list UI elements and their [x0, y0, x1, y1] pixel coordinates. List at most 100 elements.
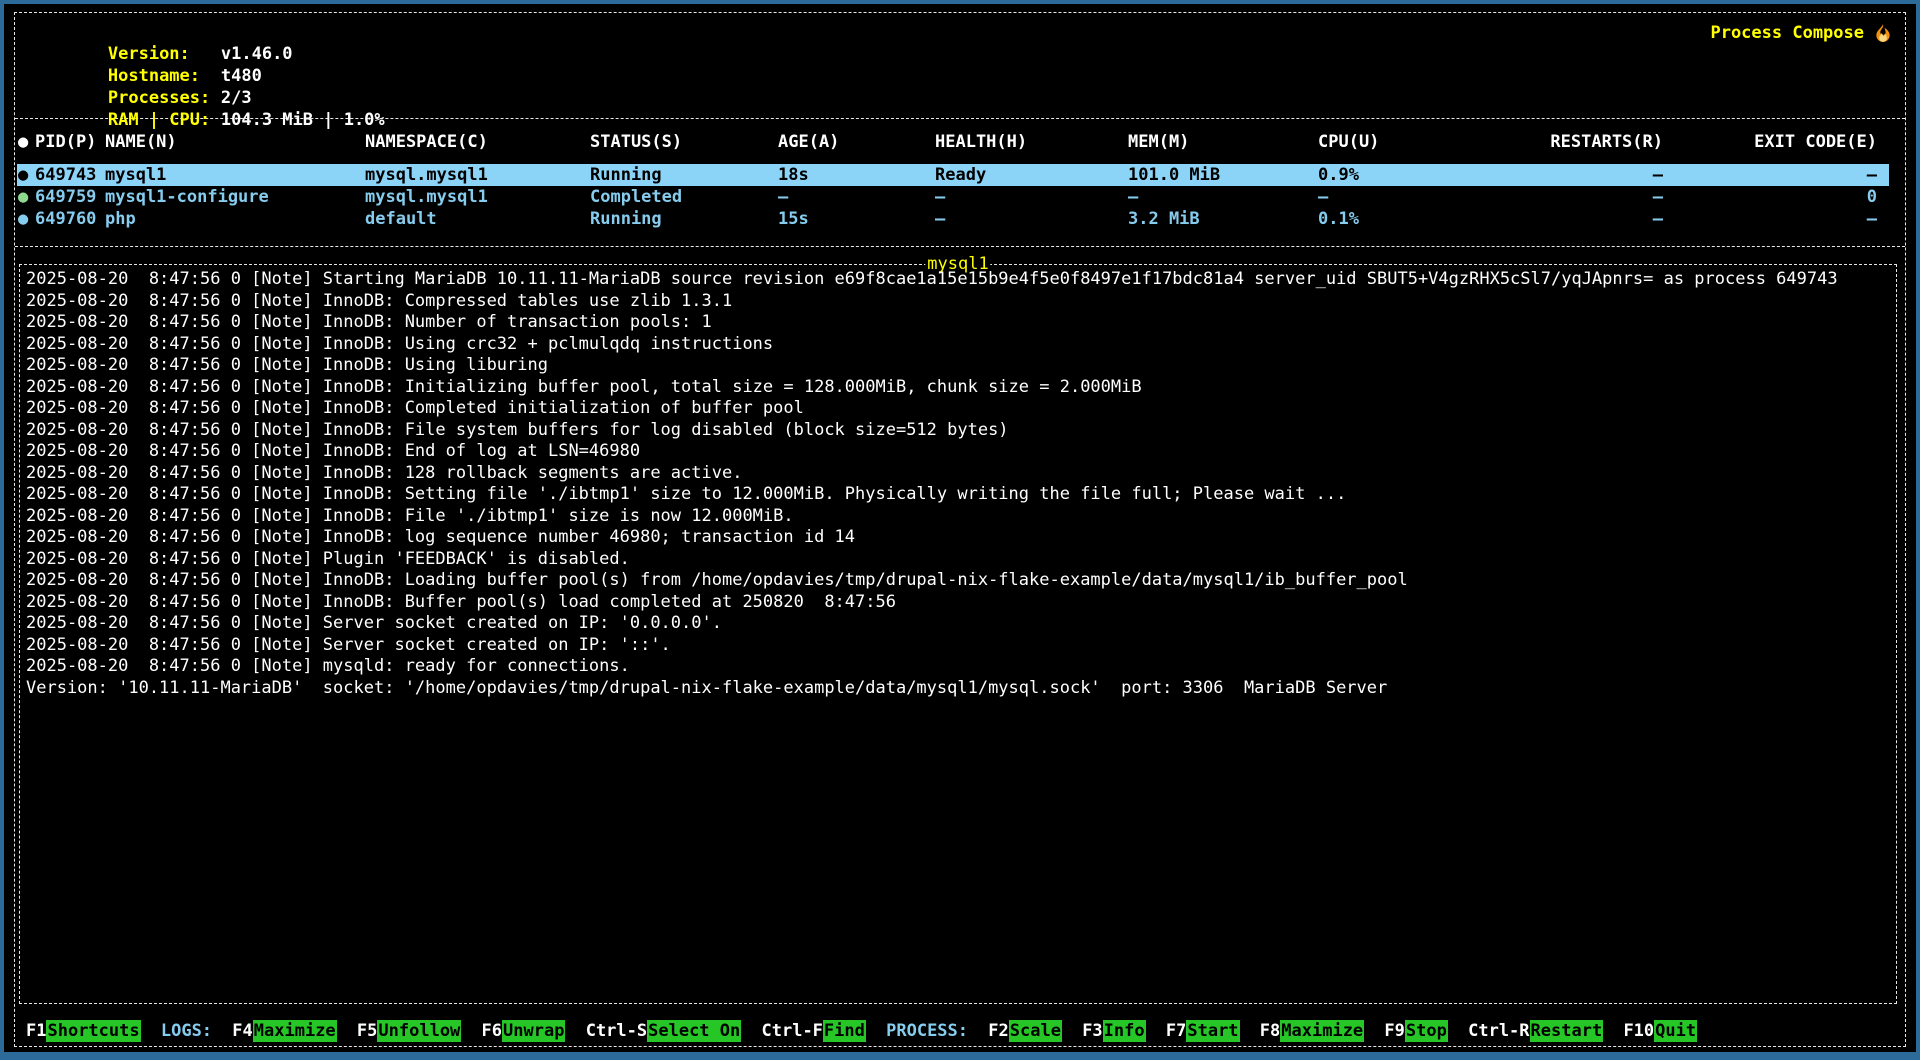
cell-restarts: – — [1653, 186, 1663, 208]
log-line: 2025-08-20 8:47:56 0 [Note] InnoDB: Init… — [26, 377, 1892, 399]
shortcut-label: Restart — [1530, 1020, 1604, 1042]
table-row-mysql1-configure[interactable]: ● 649759 mysql1-configure mysql.mysql1 C… — [17, 186, 1889, 208]
cell-mem: 101.0 MiB — [1128, 164, 1220, 186]
cell-health: – — [935, 186, 945, 208]
table-row-php[interactable]: ● 649760 php default Running 15s – 3.2 M… — [17, 208, 1889, 230]
shortcut-f2-scale[interactable]: F2Scale — [988, 1021, 1062, 1041]
shortcut-f7-start[interactable]: F7Start — [1166, 1021, 1240, 1041]
cell-exit-code: – — [1867, 208, 1877, 230]
shortcut-ctrl-f-find[interactable]: Ctrl-FFind — [762, 1021, 866, 1041]
shortcut-key: F1 — [26, 1021, 46, 1041]
shortcut-label: Info — [1103, 1020, 1146, 1042]
shortcut-f1-shortcuts[interactable]: F1Shortcuts — [26, 1021, 141, 1041]
cell-namespace: mysql.mysql1 — [365, 186, 488, 208]
log-line: 2025-08-20 8:47:56 0 [Note] InnoDB: Usin… — [26, 355, 1892, 377]
running-dot-icon: ● — [18, 208, 28, 230]
shortcut-f4-maximize[interactable]: F4Maximize — [232, 1021, 336, 1041]
log-line: Version: '10.11.11-MariaDB' socket: '/ho… — [26, 678, 1892, 700]
cell-restarts: – — [1653, 208, 1663, 230]
shortcut-ctrl-s-select-on[interactable]: Ctrl-SSelect On — [586, 1021, 742, 1041]
shortcut-label: Select On — [647, 1020, 741, 1042]
shortcut-f8-maximize[interactable]: F8Maximize — [1260, 1021, 1364, 1041]
ram-cpu-line: RAM | CPU:104.3 MiB | 1.0% — [26, 87, 1905, 109]
cell-cpu: 0.9% — [1318, 164, 1359, 186]
shortcut-key: F6 — [482, 1021, 502, 1041]
log-line: 2025-08-20 8:47:56 0 [Note] InnoDB: Load… — [26, 570, 1892, 592]
process-table: ● PID(P) NAME(N) NAMESPACE(C) STATUS(S) … — [17, 120, 1889, 246]
log-panel[interactable]: mysql1 2025-08-20 8:47:56 0 [Note] Start… — [19, 264, 1897, 1004]
cell-restarts: – — [1653, 164, 1663, 186]
completed-dot-icon: ● — [18, 186, 28, 208]
log-line: 2025-08-20 8:47:56 0 [Note] InnoDB: File… — [26, 420, 1892, 442]
col-cpu[interactable]: CPU(U) — [1318, 131, 1379, 153]
log-line: 2025-08-20 8:47:56 0 [Note] Server socke… — [26, 613, 1892, 635]
header: Version:v1.46.0 Hostname:t480 Processes:… — [15, 13, 1905, 119]
log-line: 2025-08-20 8:47:56 0 [Note] InnoDB: Usin… — [26, 334, 1892, 356]
processes-line: Processes:2/3 — [26, 65, 1905, 87]
col-namespace[interactable]: NAMESPACE(C) — [365, 131, 488, 153]
log-line: 2025-08-20 8:47:56 0 [Note] InnoDB: log … — [26, 527, 1892, 549]
log-line: 2025-08-20 8:47:56 0 [Note] InnoDB: Sett… — [26, 484, 1892, 506]
shortcut-key: F7 — [1166, 1021, 1186, 1041]
shortcut-f10-quit[interactable]: F10Quit — [1623, 1021, 1697, 1041]
col-mem[interactable]: MEM(M) — [1128, 131, 1189, 153]
log-line: 2025-08-20 8:47:56 0 [Note] Plugin 'FEED… — [26, 549, 1892, 571]
col-exit-code[interactable]: EXIT CODE(E) — [1754, 131, 1877, 153]
shortcut-label: Stop — [1405, 1020, 1448, 1042]
cell-pid: 649743 — [35, 164, 96, 186]
cell-namespace: default — [365, 208, 437, 230]
processes-label: Processes: — [108, 87, 221, 109]
flame-icon — [1873, 23, 1893, 43]
processes-value: 2/3 — [221, 88, 252, 108]
table-row-mysql1[interactable]: ● 649743 mysql1 mysql.mysql1 Running 18s… — [17, 164, 1889, 186]
log-content: 2025-08-20 8:47:56 0 [Note] Starting Mar… — [20, 265, 1896, 1003]
group-label-process: PROCESS: — [886, 1021, 968, 1041]
col-age[interactable]: AGE(A) — [778, 131, 839, 153]
shortcut-f3-info[interactable]: F3Info — [1082, 1021, 1145, 1041]
app-frame: Version:v1.46.0 Hostname:t480 Processes:… — [14, 12, 1906, 1047]
shortcut-label: Find — [823, 1020, 866, 1042]
cell-health: – — [935, 208, 945, 230]
shortcut-key: F9 — [1384, 1021, 1404, 1041]
shortcut-key: F2 — [988, 1021, 1008, 1041]
cell-status: Running — [590, 164, 662, 186]
log-line: 2025-08-20 8:47:56 0 [Note] Starting Mar… — [26, 269, 1892, 291]
log-line: 2025-08-20 8:47:56 0 [Note] InnoDB: 128 … — [26, 463, 1892, 485]
shortcut-key: Ctrl-S — [586, 1021, 647, 1041]
cell-age: – — [778, 186, 788, 208]
shortcut-bar: F1Shortcuts LOGS: F4Maximize F5Unfollow … — [26, 1019, 1897, 1045]
col-status[interactable]: STATUS(S) — [590, 131, 682, 153]
shortcut-f5-unfollow[interactable]: F5Unfollow — [357, 1021, 461, 1041]
cell-age: 15s — [778, 208, 809, 230]
table-bottom-divider — [15, 246, 1905, 247]
cell-namespace: mysql.mysql1 — [365, 164, 488, 186]
log-line: 2025-08-20 8:47:56 0 [Note] InnoDB: Comp… — [26, 291, 1892, 313]
shortcut-label: Shortcuts — [46, 1020, 140, 1042]
version-line: Version:v1.46.0 — [26, 21, 1905, 43]
version-label: Version: — [108, 43, 221, 65]
running-dot-icon: ● — [18, 164, 28, 186]
cell-cpu: – — [1318, 186, 1328, 208]
shortcut-label: Maximize — [1280, 1020, 1364, 1042]
cell-health: Ready — [935, 164, 986, 186]
log-line: 2025-08-20 8:47:56 0 [Note] Server socke… — [26, 635, 1892, 657]
status-dot-icon: ● — [18, 131, 28, 153]
cell-age: 18s — [778, 164, 809, 186]
shortcut-f9-stop[interactable]: F9Stop — [1384, 1021, 1447, 1041]
col-pid[interactable]: PID(P) — [35, 131, 96, 153]
col-name[interactable]: NAME(N) — [105, 131, 177, 153]
log-line: 2025-08-20 8:47:56 0 [Note] InnoDB: Comp… — [26, 398, 1892, 420]
shortcut-ctrl-r-restart[interactable]: Ctrl-RRestart — [1468, 1021, 1603, 1041]
shortcut-label: Scale — [1009, 1020, 1062, 1042]
shortcut-key: F5 — [357, 1021, 377, 1041]
shortcut-key: F4 — [232, 1021, 252, 1041]
cell-status: Completed — [590, 186, 682, 208]
cell-mem: – — [1128, 186, 1138, 208]
cell-name: php — [105, 208, 136, 230]
cell-mem: 3.2 MiB — [1128, 208, 1200, 230]
log-line: 2025-08-20 8:47:56 0 [Note] mysqld: read… — [26, 656, 1892, 678]
col-restarts[interactable]: RESTARTS(R) — [1550, 131, 1663, 153]
shortcut-f6-unwrap[interactable]: F6Unwrap — [482, 1021, 566, 1041]
col-health[interactable]: HEALTH(H) — [935, 131, 1027, 153]
shortcut-key: F8 — [1260, 1021, 1280, 1041]
